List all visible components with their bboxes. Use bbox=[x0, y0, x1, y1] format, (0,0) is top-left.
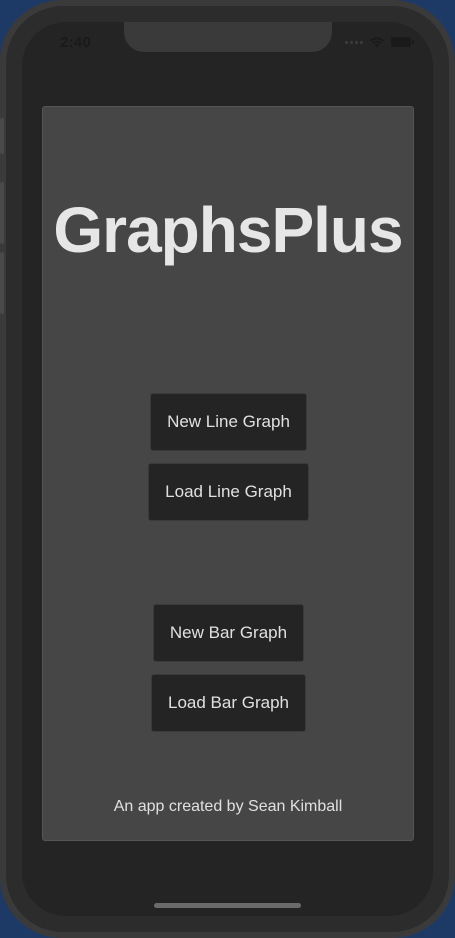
new-line-graph-button[interactable]: New Line Graph bbox=[150, 393, 307, 451]
new-bar-graph-button[interactable]: New Bar Graph bbox=[153, 604, 304, 662]
app-title: GraphsPlus bbox=[53, 194, 403, 266]
phone-frame: 2:40 GraphsPlus New Line Graph Load Line… bbox=[0, 0, 455, 938]
volume-up-button bbox=[0, 182, 4, 244]
footer-credit: An app created by Sean Kimball bbox=[113, 798, 343, 815]
load-line-graph-button[interactable]: Load Line Graph bbox=[148, 463, 309, 521]
main-card: GraphsPlus New Line Graph Load Line Grap… bbox=[42, 106, 414, 841]
battery-icon bbox=[391, 37, 414, 47]
signal-dots-icon bbox=[345, 40, 363, 44]
status-time: 2:40 bbox=[60, 34, 92, 51]
volume-down-button bbox=[0, 252, 4, 314]
notch bbox=[124, 22, 332, 52]
wifi-icon bbox=[369, 36, 385, 48]
load-bar-graph-button[interactable]: Load Bar Graph bbox=[151, 674, 306, 732]
status-icons bbox=[345, 36, 414, 48]
home-indicator[interactable] bbox=[154, 903, 301, 908]
screen: 2:40 GraphsPlus New Line Graph Load Line… bbox=[22, 22, 433, 916]
mute-switch bbox=[0, 118, 4, 154]
